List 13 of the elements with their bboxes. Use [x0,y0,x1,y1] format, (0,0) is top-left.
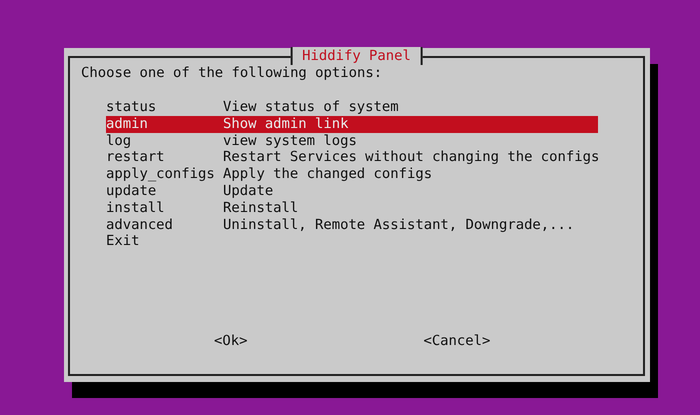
dialog-title: Hiddify Panel [290,47,423,65]
menu-item[interactable]: admin Show admin link [106,116,598,133]
ok-button[interactable]: <Ok> [214,333,248,350]
cancel-button[interactable]: <Cancel> [423,333,490,350]
menu-item[interactable]: install Reinstall [106,200,598,217]
menu-item[interactable]: restart Restart Services without changing the configs [106,149,598,166]
menu-item[interactable]: status View status of system [106,99,598,116]
menu-item[interactable]: advanced Uninstall, Remote Assistant, Downgrade,... [106,216,598,234]
menu-item[interactable]: Exit [106,233,598,250]
menu-item[interactable]: apply_configs Apply the changed configs [106,166,598,183]
menu-item[interactable]: log view system logs [106,132,598,150]
prompt-text: Choose one of the following options: [81,65,382,82]
menu-item[interactable]: update Update [106,182,598,200]
